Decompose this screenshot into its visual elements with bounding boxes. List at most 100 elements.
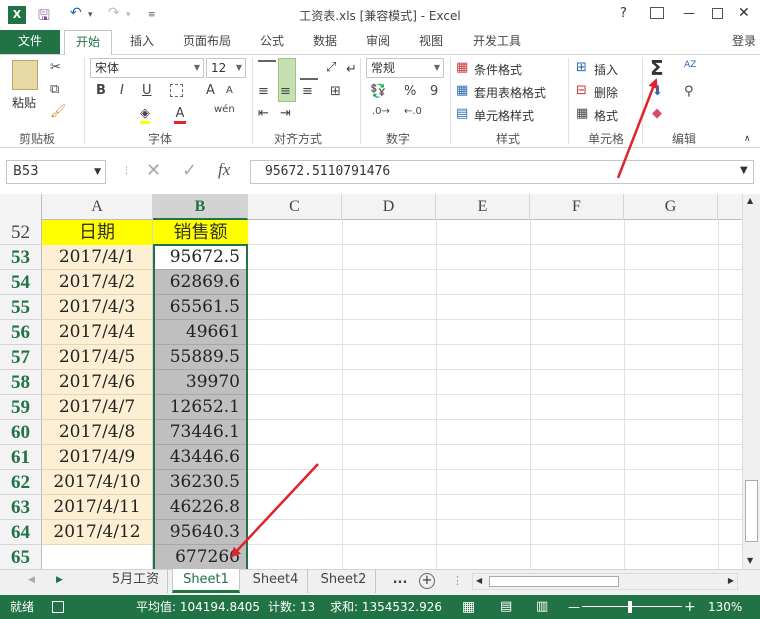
row-header[interactable]: 55	[0, 295, 42, 320]
add-sheet-icon[interactable]: +	[419, 573, 435, 589]
tab-file[interactable]: 文件	[0, 30, 60, 54]
date-cell[interactable]: 2017/4/1	[42, 245, 153, 270]
more-sheets-button[interactable]: ...	[388, 569, 412, 593]
sort-filter-button[interactable]: AZ	[684, 60, 696, 70]
row-header[interactable]: 58	[0, 370, 42, 395]
decrease-indent-icon[interactable]: ⇤	[258, 106, 269, 121]
cancel-icon[interactable]: ✕	[146, 160, 161, 181]
sheet-next-icon[interactable]: ▶	[56, 575, 63, 585]
more-options-icon[interactable]: ⋮	[122, 166, 131, 176]
zoom-slider-thumb[interactable]	[628, 601, 632, 613]
format-table-icon[interactable]: ▦	[456, 83, 468, 98]
increase-decimal-icon[interactable]: .0→	[372, 106, 390, 117]
column-header-g[interactable]: G	[624, 194, 718, 220]
format-cells-button[interactable]: 格式	[594, 107, 618, 124]
column-header-a[interactable]: A	[42, 194, 153, 220]
sheet-prev-icon[interactable]: ◀	[28, 575, 35, 585]
date-cell[interactable]: 2017/4/12	[42, 520, 153, 545]
zoom-in-button[interactable]: +	[684, 595, 696, 619]
delete-cells-button[interactable]: 删除	[594, 84, 618, 101]
sales-cell[interactable]: 62869.6	[153, 270, 248, 295]
tab-formulas[interactable]: 公式	[252, 30, 292, 54]
date-cell[interactable]: 2017/4/9	[42, 445, 153, 470]
date-cell[interactable]: 2017/4/4	[42, 320, 153, 345]
align-bottom-icon[interactable]	[300, 60, 318, 80]
sales-cell[interactable]: 95640.3	[153, 520, 248, 545]
tab-review[interactable]: 审阅	[358, 30, 398, 54]
cell-styles-icon[interactable]: ▤	[456, 106, 468, 121]
zoom-out-button[interactable]: —	[568, 595, 580, 619]
wrap-text-icon[interactable]: ↵	[346, 62, 357, 77]
tab-split-icon[interactable]: ⋮	[452, 574, 463, 587]
vertical-scrollbar[interactable]: ▲ ▼	[742, 194, 760, 569]
row-header[interactable]: 60	[0, 420, 42, 445]
sales-cell[interactable]: 36230.5	[153, 470, 248, 495]
insert-function-button[interactable]: fx	[218, 160, 230, 180]
sales-cell[interactable]: 46226.8	[153, 495, 248, 520]
login-link[interactable]: 登录	[728, 30, 760, 54]
align-left-icon[interactable]: ≡	[258, 84, 269, 99]
macro-record-icon[interactable]	[52, 601, 64, 613]
sheet-tab-sheet1[interactable]: Sheet1	[172, 569, 240, 593]
shrink-font-button[interactable]: A	[226, 85, 233, 96]
select-all-corner[interactable]	[0, 194, 42, 220]
tab-view[interactable]: 视图	[411, 30, 451, 54]
sheet-tab-may-salary[interactable]: 5月工资	[104, 569, 168, 593]
insert-cells-button[interactable]: 插入	[594, 61, 618, 78]
enter-icon[interactable]: ✓	[182, 160, 197, 181]
hscroll-thumb[interactable]	[489, 576, 619, 587]
scroll-left-icon[interactable]: ◀	[476, 576, 482, 585]
percent-button[interactable]: %	[404, 84, 416, 99]
page-break-view-icon[interactable]: ▥	[536, 595, 548, 619]
row-header[interactable]: 56	[0, 320, 42, 345]
underline-button[interactable]: U	[142, 83, 152, 98]
date-cell[interactable]: 2017/4/8	[42, 420, 153, 445]
paste-icon[interactable]	[12, 60, 38, 90]
header-cell-sales[interactable]: 销售额	[153, 220, 248, 245]
row-header[interactable]: 53	[0, 245, 42, 270]
sales-cell[interactable]: 55889.5	[153, 345, 248, 370]
sales-cell[interactable]: 73446.1	[153, 420, 248, 445]
conditional-format-button[interactable]: 条件格式	[474, 61, 522, 78]
row-header[interactable]: 54	[0, 270, 42, 295]
sales-cell[interactable]: 12652.1	[153, 395, 248, 420]
conditional-format-icon[interactable]: ▦	[456, 60, 468, 75]
maximize-icon[interactable]	[712, 8, 723, 19]
minimize-button[interactable]: —	[683, 6, 695, 20]
number-format-select[interactable]: 常规 ▼	[366, 58, 444, 78]
format-painter-icon[interactable]: 🖌	[50, 104, 67, 119]
name-box[interactable]: B53 ▼	[6, 160, 106, 184]
column-header-b[interactable]: B	[153, 194, 248, 220]
date-cell[interactable]: 2017/4/2	[42, 270, 153, 295]
copy-icon[interactable]: ⧉	[50, 82, 59, 97]
delete-cells-icon[interactable]: ⊟	[576, 83, 587, 98]
align-right-icon[interactable]: ≡	[302, 84, 313, 99]
formula-input[interactable]: 95672.5110791476	[250, 160, 754, 184]
font-color-button[interactable]: A	[174, 106, 186, 124]
column-header-f[interactable]: F	[530, 194, 624, 220]
header-cell-date[interactable]: 日期	[42, 220, 153, 245]
tab-page-layout[interactable]: 页面布局	[176, 30, 238, 54]
row-header[interactable]: 62	[0, 470, 42, 495]
expand-formula-icon[interactable]: ▼	[740, 165, 748, 176]
sheet-tab-sheet2[interactable]: Sheet2	[312, 569, 376, 593]
close-button[interactable]: ✕	[738, 5, 750, 21]
page-layout-view-icon[interactable]: ▤	[500, 595, 512, 619]
insert-cells-icon[interactable]: ⊞	[576, 60, 587, 75]
bold-button[interactable]: B	[96, 83, 106, 98]
tab-insert[interactable]: 插入	[122, 30, 162, 54]
tab-data[interactable]: 数据	[305, 30, 345, 54]
cut-icon[interactable]: ✂	[50, 60, 61, 75]
currency-icon[interactable]: 💱	[370, 84, 386, 99]
grow-font-button[interactable]: A	[206, 83, 215, 98]
align-center-icon[interactable]: ≡	[280, 84, 291, 99]
date-cell[interactable]: 2017/4/6	[42, 370, 153, 395]
help-button[interactable]: ?	[620, 6, 627, 21]
column-header-c[interactable]: C	[248, 194, 342, 220]
sales-cell[interactable]: 49661	[153, 320, 248, 345]
normal-view-icon[interactable]: ▦	[462, 595, 475, 619]
row-header[interactable]: 52	[0, 220, 42, 245]
active-cell-value[interactable]: 95672.5	[155, 246, 246, 269]
date-cell[interactable]	[42, 545, 153, 570]
comma-button[interactable]: 9	[430, 84, 438, 99]
